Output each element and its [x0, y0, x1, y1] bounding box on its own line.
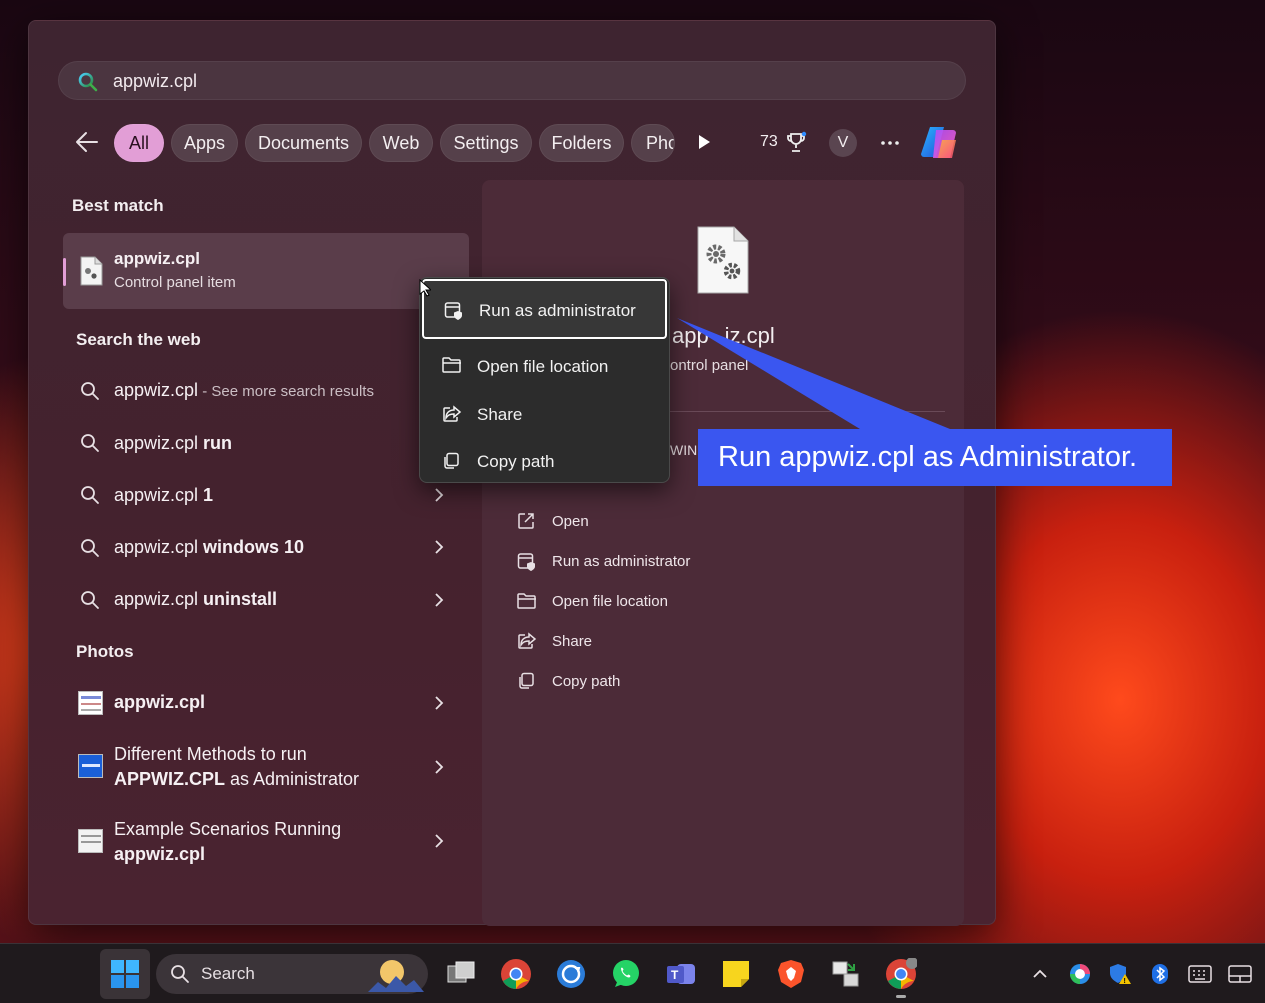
sticky-notes-icon[interactable]	[720, 958, 752, 990]
brave-browser-icon[interactable]	[775, 958, 807, 990]
menu-item-label: Copy path	[477, 452, 555, 471]
share-icon	[442, 405, 462, 423]
callout-pointer	[677, 318, 950, 429]
mouse-cursor-icon	[419, 279, 431, 297]
menu-item-label: Open file location	[477, 357, 609, 376]
menu-item-open-file-location[interactable]: Open file location	[422, 345, 667, 389]
menu-item-label: Share	[477, 405, 523, 424]
chrome-icon[interactable]	[500, 958, 532, 990]
copy-icon	[442, 452, 460, 470]
teams-icon[interactable]: T	[665, 958, 697, 990]
touchpad-icon[interactable]	[1228, 965, 1252, 983]
menu-item-run-as-administrator[interactable]: Run as administrator	[422, 279, 667, 339]
svg-text:!: !	[1124, 978, 1126, 985]
chrome-profile-icon[interactable]	[885, 958, 917, 990]
running-indicator	[896, 995, 906, 998]
bluetooth-icon[interactable]	[1151, 963, 1169, 985]
svg-text:T: T	[671, 968, 679, 982]
admin-shield-icon	[444, 301, 464, 321]
keyboard-icon[interactable]	[1188, 965, 1212, 983]
chevron-up-icon[interactable]	[1030, 964, 1050, 984]
menu-item-share[interactable]: Share	[422, 393, 667, 437]
search-icon	[170, 964, 190, 984]
windows-logo-icon	[111, 960, 139, 988]
folder-icon	[442, 357, 462, 373]
task-view-icon[interactable]	[445, 958, 477, 990]
start-button[interactable]	[100, 949, 150, 999]
sync-app-icon[interactable]	[555, 958, 587, 990]
remote-transfer-icon[interactable]	[830, 958, 862, 990]
menu-item-label: Run as administrator	[479, 301, 636, 320]
edge-tray-icon[interactable]	[1069, 963, 1091, 985]
taskbar-search-box[interactable]: Search	[156, 954, 428, 994]
taskbar: Search T !	[0, 943, 1265, 1003]
callout-annotation: Run appwiz.cpl as Administrator.	[698, 429, 1172, 486]
security-warning-icon[interactable]: !	[1108, 962, 1132, 986]
menu-item-copy-path[interactable]: Copy path	[422, 440, 667, 484]
taskbar-search-label: Search	[201, 964, 255, 983]
search-highlight-moon-icon	[368, 958, 424, 992]
context-menu: Run as administrator Open file location …	[419, 277, 670, 483]
whatsapp-icon[interactable]	[610, 958, 642, 990]
